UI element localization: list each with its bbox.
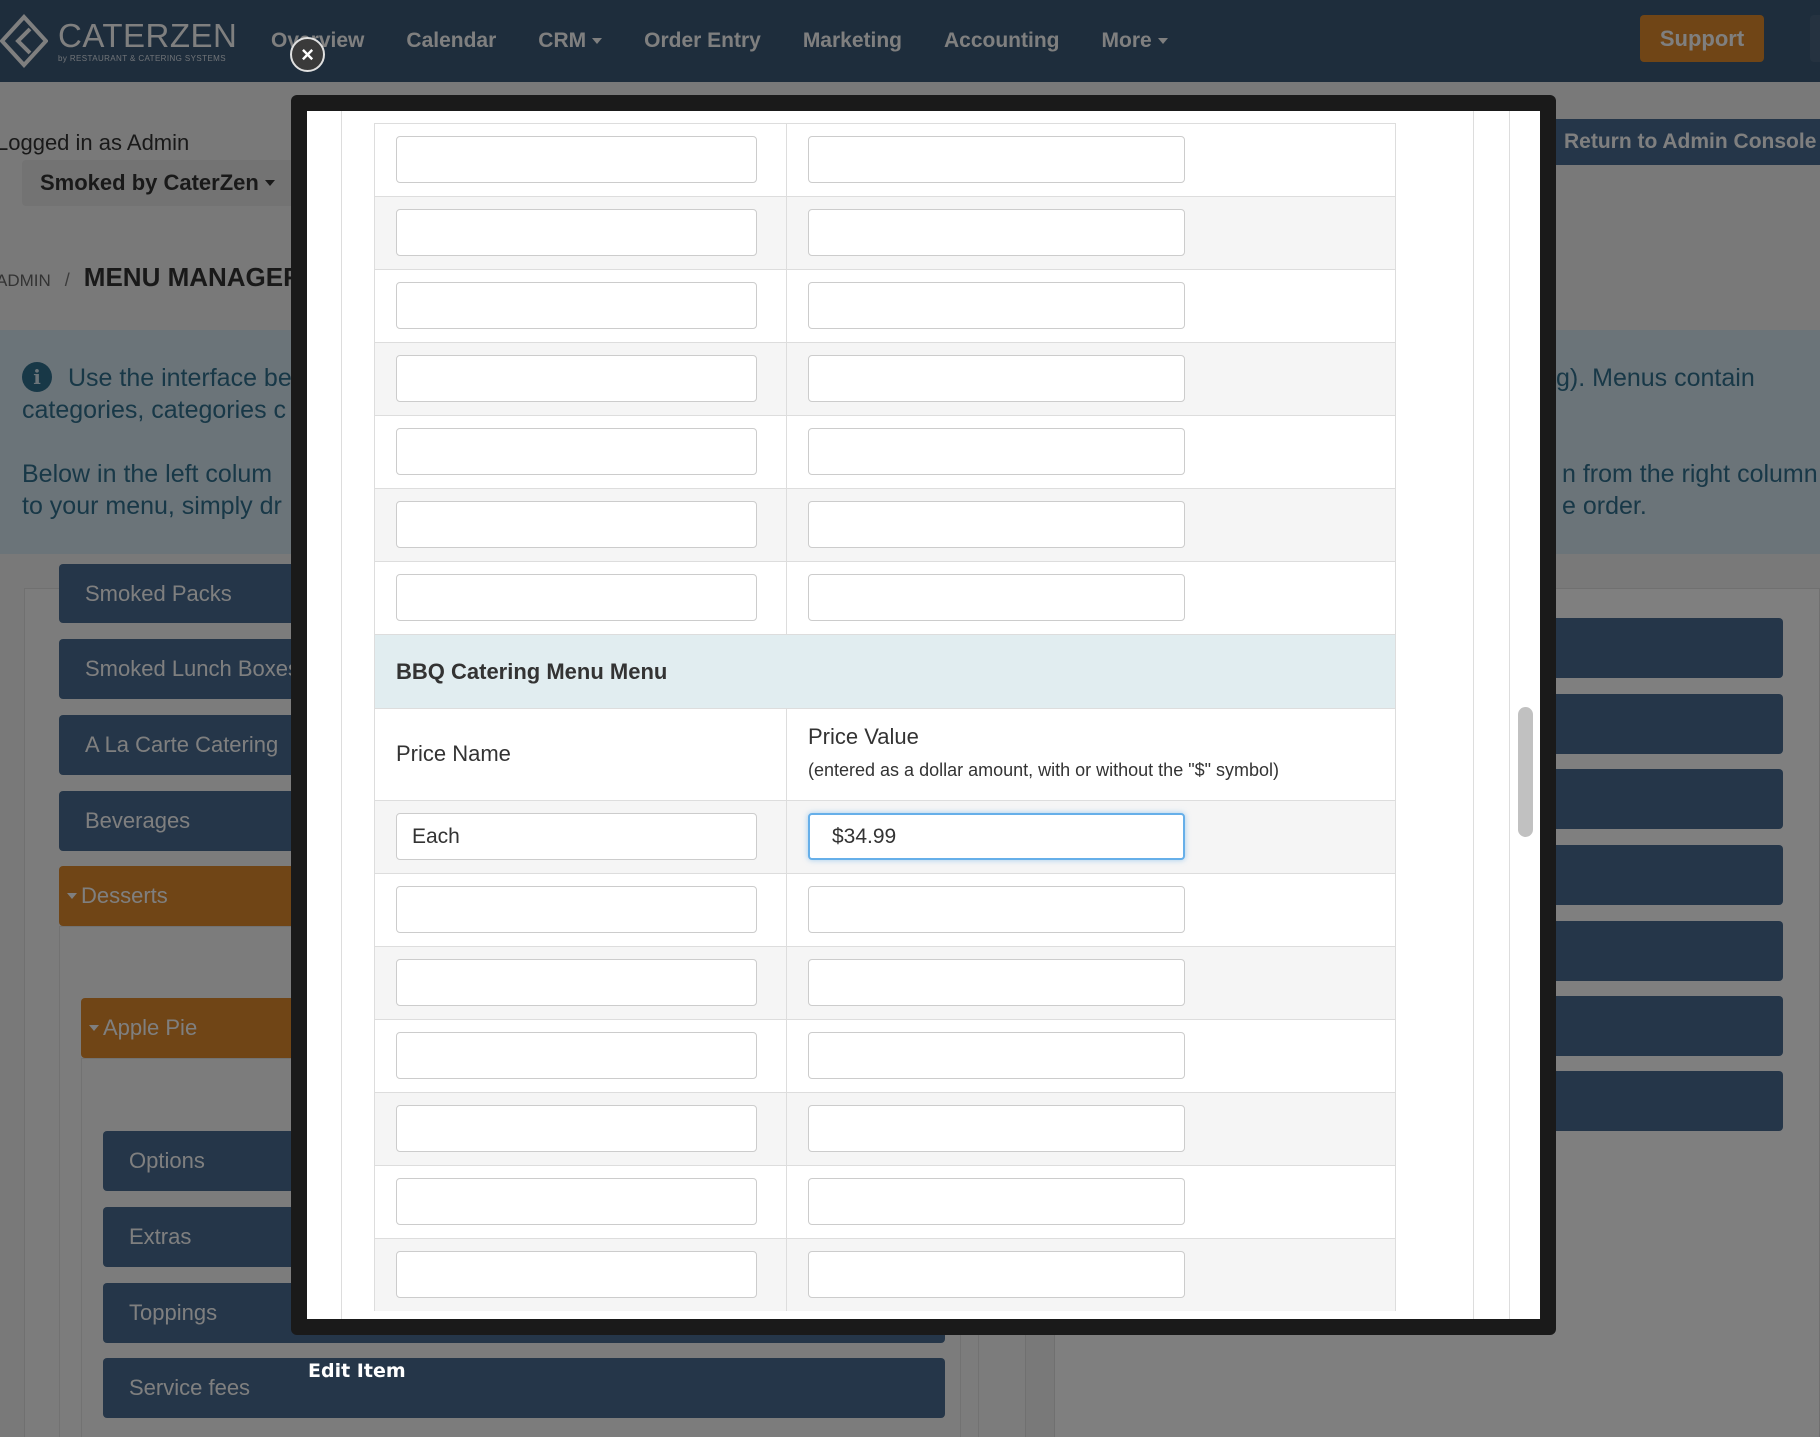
table-row: [375, 488, 1395, 561]
scrollbar-thumb[interactable]: [1518, 707, 1533, 837]
price-value-input[interactable]: [808, 1178, 1185, 1225]
price-name-input[interactable]: [396, 136, 757, 183]
table-row: [375, 196, 1395, 269]
price-value-input[interactable]: [808, 1251, 1185, 1298]
table-row: [375, 415, 1395, 488]
table-row: [375, 873, 1395, 946]
table-header: Price Name Price Value (entered as a dol…: [375, 708, 1395, 800]
price-name-input[interactable]: [396, 355, 757, 402]
price-name-input[interactable]: Each: [396, 813, 757, 860]
price-name-input[interactable]: [396, 1032, 757, 1079]
close-icon[interactable]: ×: [290, 37, 325, 72]
price-name-input[interactable]: [396, 282, 757, 329]
table-row: [375, 1092, 1395, 1165]
table-row: [375, 946, 1395, 1019]
price-name-input[interactable]: [396, 209, 757, 256]
price-value-input[interactable]: $34.99: [808, 813, 1185, 860]
table-row: Each $34.99: [375, 800, 1395, 873]
column-header-price-value: Price Value: [808, 724, 919, 749]
section-title: BBQ Catering Menu Menu: [396, 659, 668, 684]
price-value-input[interactable]: [808, 355, 1185, 402]
price-name-input[interactable]: [396, 1251, 757, 1298]
price-table: BBQ Catering Menu Menu Price Name Price …: [374, 123, 1396, 1311]
price-value-input[interactable]: [808, 1032, 1185, 1079]
price-name-input[interactable]: [396, 501, 757, 548]
scrollbar-track: [1509, 111, 1510, 1319]
price-value-input[interactable]: [808, 282, 1185, 329]
price-value-input[interactable]: [808, 136, 1185, 183]
table-row: [375, 1238, 1395, 1311]
column-header-price-name: Price Name: [396, 741, 511, 766]
price-name-input[interactable]: [396, 886, 757, 933]
modal-caption: Edit Item: [308, 1360, 406, 1382]
price-value-input[interactable]: [808, 428, 1185, 475]
table-row: [375, 123, 1395, 196]
price-value-input[interactable]: [808, 886, 1185, 933]
table-row: [375, 561, 1395, 634]
price-value-input[interactable]: [808, 574, 1185, 621]
modal-content: BBQ Catering Menu Menu Price Name Price …: [307, 111, 1540, 1319]
price-value-input[interactable]: [808, 959, 1185, 1006]
price-value-input[interactable]: [808, 1105, 1185, 1152]
table-row: [375, 342, 1395, 415]
price-value-input[interactable]: [808, 501, 1185, 548]
price-name-input[interactable]: [396, 574, 757, 621]
table-row: [375, 269, 1395, 342]
price-value-hint: (entered as a dollar amount, with or wit…: [808, 760, 1280, 780]
price-name-input[interactable]: [396, 959, 757, 1006]
table-row: [375, 1165, 1395, 1238]
price-name-input[interactable]: [396, 1178, 757, 1225]
price-value-input[interactable]: [808, 209, 1185, 256]
table-row: [375, 1019, 1395, 1092]
price-name-input[interactable]: [396, 1105, 757, 1152]
menu-section-header: BBQ Catering Menu Menu: [375, 634, 1395, 708]
price-name-input[interactable]: [396, 428, 757, 475]
